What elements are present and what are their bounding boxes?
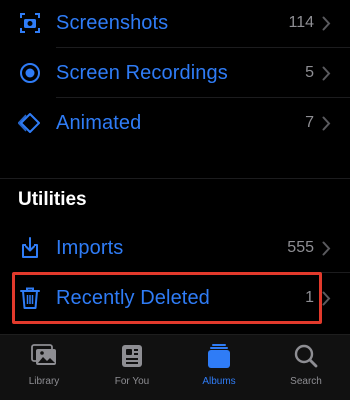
tab-for-you[interactable]: For You [92,343,172,393]
chevron-right-icon [322,240,332,256]
album-count: 114 [288,14,314,31]
tab-search[interactable]: Search [266,343,346,393]
album-row-animated[interactable]: Animated 7 [0,100,350,146]
tab-library[interactable]: Library [4,343,84,393]
for-you-icon [118,343,146,369]
album-label: Screenshots [56,11,169,34]
search-icon [292,343,320,369]
album-label: Animated [56,111,142,134]
row-divider [56,97,350,98]
chevron-right-icon [322,15,332,31]
import-icon [18,236,42,260]
album-count: 5 [305,64,314,81]
section-title-utilities: Utilities [18,189,87,210]
screen-recording-icon [18,61,42,85]
album-row-screenshots[interactable]: Screenshots 114 [0,0,350,46]
chevron-right-icon [322,65,332,81]
tab-bar: Library For You Albums Search [0,334,350,400]
screenshot-icon [18,11,42,35]
row-divider [56,47,350,48]
albums-icon [205,343,233,369]
album-count: 7 [305,114,314,131]
album-label: Screen Recordings [56,61,228,84]
animated-icon [18,111,42,135]
chevron-right-icon [322,115,332,131]
utility-label: Imports [56,236,124,259]
tab-label: For You [114,376,150,387]
album-row-screen-recordings[interactable]: Screen Recordings 5 [0,50,350,96]
section-divider [0,178,350,179]
tab-label: Albums [202,376,236,387]
tab-label: Search [290,376,322,387]
highlight-box [12,272,322,324]
utility-row-imports[interactable]: Imports 555 [0,225,350,271]
library-icon [30,343,58,369]
utility-count: 555 [287,239,314,256]
tab-albums[interactable]: Albums [179,343,259,393]
chevron-right-icon [322,290,332,306]
tab-label: Library [28,376,60,387]
